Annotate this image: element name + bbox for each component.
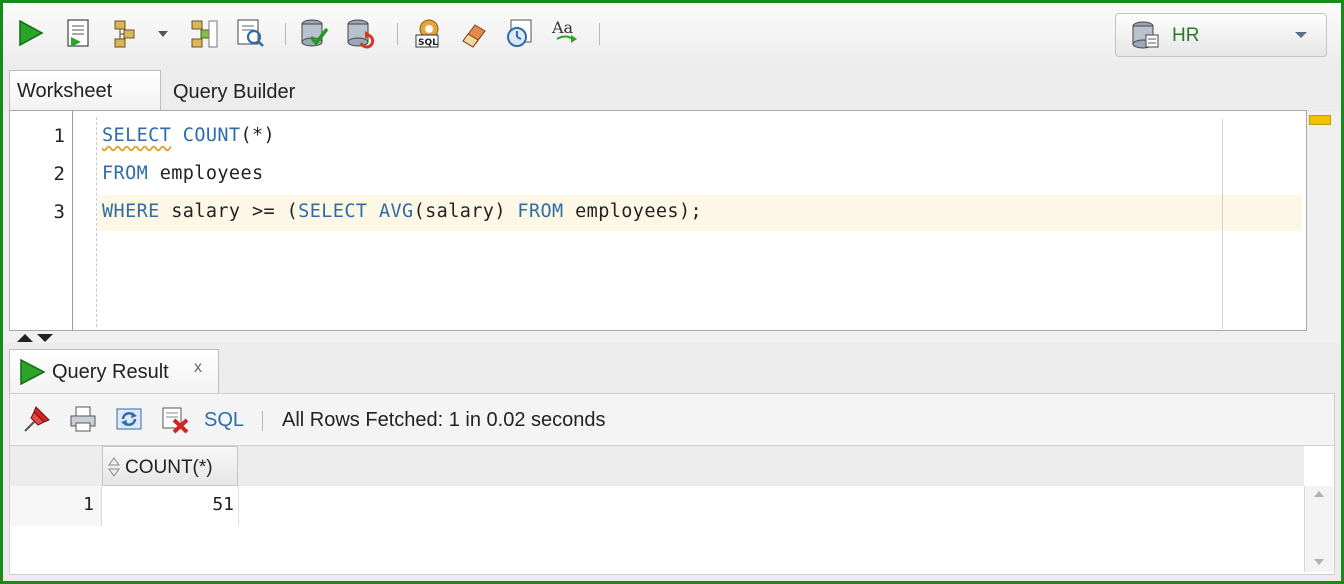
code-line-3: WHERE salary >= (SELECT AVG(salary) FROM…	[102, 201, 702, 222]
sql-history-icon[interactable]	[505, 17, 535, 49]
code-text: employees	[148, 163, 264, 184]
run-statement-icon[interactable]	[15, 17, 45, 49]
svg-text:Aa: Aa	[551, 18, 574, 37]
sql-keyword: COUNT	[182, 125, 241, 146]
run-script-icon[interactable]	[63, 17, 93, 49]
tab-query-result[interactable]: Query Result x	[9, 349, 219, 393]
row-number: 1	[83, 494, 94, 515]
toolbar-separator	[397, 23, 398, 45]
sql-link[interactable]: SQL	[204, 409, 244, 432]
toolbar-separator	[599, 23, 600, 45]
sql-keyword: SELECT	[102, 125, 172, 146]
cancel-query-icon[interactable]	[160, 404, 190, 434]
run-statement-icon	[20, 358, 46, 386]
database-connection-icon	[1132, 21, 1159, 49]
pin-icon[interactable]	[22, 404, 52, 434]
results-toolbar: SQL All Rows Fetched: 1 in 0.02 seconds	[9, 393, 1335, 445]
explain-plan-icon[interactable]	[189, 17, 219, 49]
table-cell[interactable]: 51	[102, 494, 234, 515]
vertical-scrollbar[interactable]	[1304, 486, 1333, 572]
sql-editor[interactable]: 1 2 3 SELECT COUNT(*) FROM employees WHE…	[9, 110, 1307, 331]
commit-icon[interactable]	[299, 17, 329, 49]
sql-keyword: AVG	[378, 201, 414, 222]
code-text: salary >= (	[159, 201, 299, 222]
sql-developer-window: SQL Aa HR Worksheet Query Builder 1 2 3 …	[0, 0, 1344, 584]
line-number: 1	[53, 125, 65, 147]
close-icon[interactable]: x	[194, 359, 202, 377]
editor-tab-bar: Worksheet Query Builder	[3, 67, 1341, 111]
right-margin-line	[1222, 119, 1223, 329]
line-number-gutter: 1 2 3	[10, 111, 73, 330]
autotrace-icon[interactable]	[111, 17, 141, 49]
clear-eraser-icon[interactable]	[459, 17, 489, 49]
rollback-icon[interactable]	[345, 17, 375, 49]
chevron-down-icon[interactable]	[153, 17, 173, 49]
sort-icon	[108, 457, 120, 477]
toolbar-separator	[262, 411, 263, 431]
warning-marker[interactable]	[1309, 115, 1331, 125]
sql-keyword: FROM	[517, 201, 564, 222]
worksheet-toolbar: SQL Aa HR	[3, 3, 1341, 67]
column-header-count[interactable]: COUNT(*)	[102, 446, 238, 486]
code-text: employees);	[563, 201, 703, 222]
code-line-1: SELECT COUNT(*)	[102, 125, 275, 146]
sql-keyword: SELECT	[298, 201, 368, 222]
indent-guide	[96, 117, 97, 327]
code-line-2: FROM employees	[102, 163, 264, 184]
sql-keyword: FROM	[102, 163, 149, 184]
code-text: (*)	[240, 125, 276, 146]
result-grid: COUNT(*) 1 51	[9, 445, 1335, 575]
sql-tuning-advisor-icon[interactable]	[235, 17, 265, 49]
print-icon[interactable]	[68, 404, 98, 434]
toolbar-separator	[285, 23, 286, 45]
column-header-label: COUNT(*)	[125, 457, 213, 478]
cell-divider	[238, 486, 239, 526]
tab-worksheet[interactable]: Worksheet	[9, 70, 161, 110]
scroll-up-icon[interactable]	[1313, 490, 1325, 498]
line-number: 2	[53, 163, 65, 185]
connection-name: HR	[1172, 25, 1200, 46]
to-upper-lower-case-icon[interactable]: Aa	[551, 17, 581, 49]
code-text: (salary)	[413, 201, 518, 222]
sql-keyword: WHERE	[102, 201, 160, 222]
fetch-status: All Rows Fetched: 1 in 0.02 seconds	[282, 409, 606, 431]
refresh-icon[interactable]	[114, 404, 144, 434]
result-tab-label: Query Result	[52, 361, 169, 383]
connection-selector[interactable]: HR	[1115, 13, 1327, 57]
scroll-down-icon[interactable]	[1313, 558, 1325, 566]
chevron-down-icon	[1295, 32, 1307, 38]
line-number: 3	[53, 201, 65, 223]
tab-query-builder[interactable]: Query Builder	[173, 81, 295, 104]
unshared-sql-worksheet-icon[interactable]: SQL	[413, 17, 443, 49]
svg-text:SQL: SQL	[418, 38, 438, 48]
